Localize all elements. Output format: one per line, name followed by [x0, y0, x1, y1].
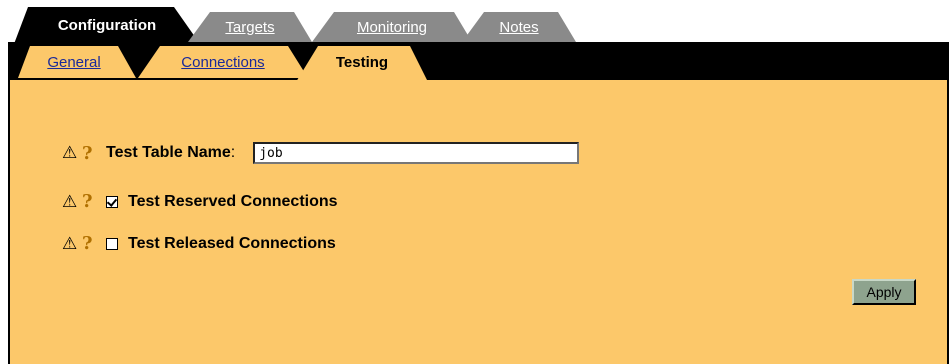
help-icon[interactable]: ? [82, 191, 106, 212]
test-released-row: ⚠ ? Test Released Connections [62, 233, 336, 254]
test-reserved-checkbox[interactable] [106, 195, 118, 208]
subtab-connections[interactable]: Connections [138, 46, 308, 78]
warning-icon: ⚠ [62, 191, 78, 211]
subtab-testing-label: Testing [335, 53, 389, 71]
tab-targets-label: Targets [225, 18, 275, 36]
test-released-label: Test Released Connections [128, 234, 336, 252]
test-released-checkbox[interactable] [106, 237, 118, 250]
help-icon[interactable]: ? [82, 143, 106, 164]
subtab-general[interactable]: General [18, 46, 136, 78]
test-table-name-input[interactable] [253, 142, 580, 164]
help-icon[interactable]: ? [82, 233, 106, 254]
subtab-general-label: General [47, 53, 101, 71]
tab-notes[interactable]: Notes [462, 12, 576, 42]
subtab-testing[interactable]: Testing [296, 46, 428, 82]
tab-monitoring[interactable]: Monitoring [312, 12, 472, 42]
warning-icon: ⚠ [62, 233, 78, 253]
apply-button[interactable]: Apply [852, 279, 916, 305]
top-tab-bar: Configuration Targets Monitoring Notes [0, 0, 949, 44]
warning-icon: ⚠ [62, 143, 78, 162]
tab-monitoring-label: Monitoring [356, 18, 428, 36]
tab-notes-label: Notes [499, 18, 539, 36]
tab-configuration-label: Configuration [57, 17, 157, 34]
test-table-name-row: ⚠ ? Test Table Name: [62, 142, 580, 164]
test-table-name-label: Test Table Name: [106, 144, 236, 161]
test-reserved-row: ⚠ ? Test Reserved Connections [62, 191, 338, 212]
testing-panel: ⚠ ? Test Table Name: ⚠ ? Test Reserved C… [8, 80, 949, 364]
tab-targets[interactable]: Targets [188, 12, 312, 42]
test-reserved-label: Test Reserved Connections [128, 192, 338, 210]
tab-configuration[interactable]: Configuration [14, 7, 200, 44]
subtab-connections-label: Connections [181, 53, 265, 71]
